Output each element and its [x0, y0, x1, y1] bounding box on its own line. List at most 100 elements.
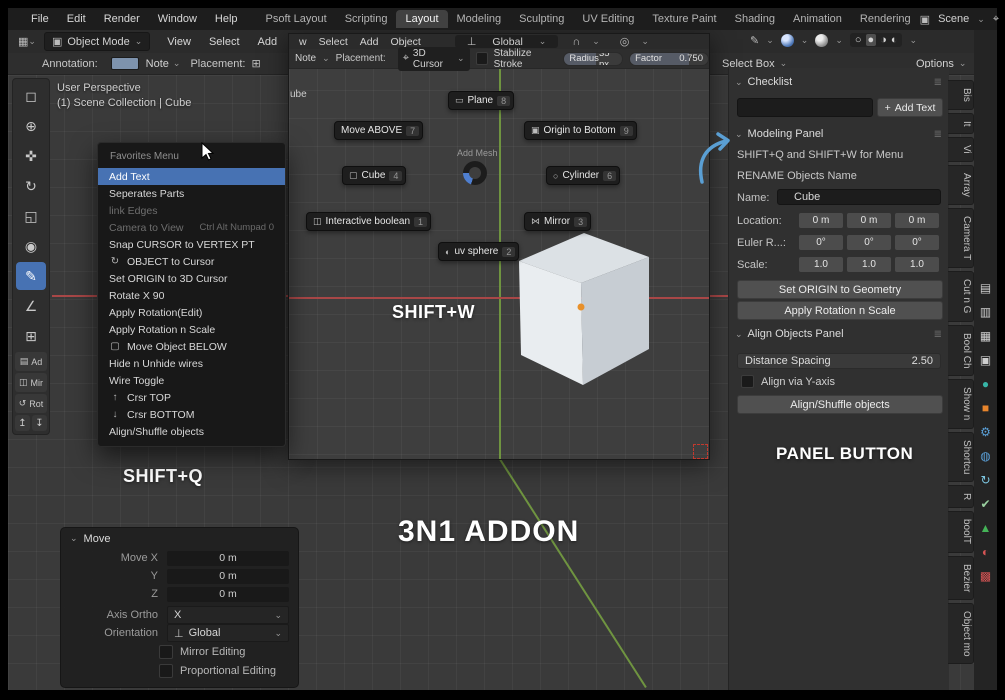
- menu-add[interactable]: Add: [249, 36, 287, 48]
- menu-file[interactable]: File: [22, 13, 58, 25]
- magnet-icon[interactable]: ∩: [566, 36, 586, 48]
- menu-item-move-object-below[interactable]: ▢ Move Object BELOW: [98, 338, 285, 355]
- pie-item-uv-sphere[interactable]: ◐ uv sphere 2: [438, 242, 520, 261]
- menu-object[interactable]: Object: [384, 36, 426, 48]
- menu-item-wire-toggle[interactable]: Wire Toggle: [98, 372, 285, 389]
- mirror-editing-checkbox[interactable]: [159, 644, 173, 659]
- scale-z-field[interactable]: 1.0: [895, 257, 939, 272]
- menu-item-separates-parts[interactable]: Seperates Parts: [98, 185, 285, 202]
- sidebar-tab[interactable]: Array: [948, 165, 974, 206]
- material-shading-icon[interactable]: ◑: [880, 34, 887, 46]
- sidebar-tab[interactable]: R: [948, 485, 974, 509]
- sidebar-tab[interactable]: Object mo: [948, 602, 974, 665]
- editor-type-icon[interactable]: ▦: [18, 35, 28, 48]
- orientation-dropdown[interactable]: ⊥ Global ⌄: [454, 35, 559, 48]
- world-properties-icon[interactable]: ●: [982, 378, 989, 390]
- set-origin-button[interactable]: Set ORIGIN to Geometry: [737, 280, 943, 299]
- move-y-field[interactable]: 0 m: [167, 568, 289, 584]
- pie-item-plane[interactable]: ▭ Plane 8: [448, 91, 515, 110]
- scene-properties-icon[interactable]: ▣: [980, 354, 991, 366]
- workspace-tab[interactable]: Psoft Layout: [257, 10, 336, 28]
- pie-item-cylinder[interactable]: ○ Cylinder 6: [546, 166, 621, 185]
- chevron-down-icon[interactable]: ⌄: [977, 14, 985, 25]
- menu-select[interactable]: Select: [200, 36, 249, 48]
- workspace-tab[interactable]: Animation: [784, 10, 851, 28]
- rotate-tool-icon[interactable]: ↻: [16, 172, 46, 200]
- orientation-dropdown[interactable]: ⊥ Global ⌄: [167, 624, 289, 642]
- pie-item-cube[interactable]: ▢ Cube 4: [342, 166, 407, 185]
- euler-y-field[interactable]: 0°: [847, 235, 891, 250]
- cursor-tool-icon[interactable]: ⊕: [16, 112, 46, 140]
- sidebar-tab[interactable]: Bezier: [948, 555, 974, 600]
- menu-item-hide-unhide-wires[interactable]: Hide n Unhide wires: [98, 355, 285, 372]
- align-shuffle-button[interactable]: Align/Shuffle objects: [737, 395, 943, 414]
- mirror-button[interactable]: ◫ Mir: [15, 373, 47, 392]
- sidebar-tab[interactable]: Bis: [948, 80, 974, 110]
- menu-item-set-origin-3d-cursor[interactable]: Set ORIGIN to 3D Cursor: [98, 270, 285, 287]
- workspace-tab[interactable]: Rendering: [851, 10, 920, 28]
- annotation-color-swatch[interactable]: [110, 57, 139, 70]
- factor-slider[interactable]: Factor 0.750: [629, 51, 709, 66]
- overlay-sphere-icon[interactable]: [815, 33, 829, 47]
- move-tool-icon[interactable]: ✜: [16, 142, 46, 170]
- add-button[interactable]: ▤ Ad: [15, 352, 47, 371]
- data-properties-icon[interactable]: ▲: [980, 522, 992, 534]
- sidebar-tab[interactable]: Shortcu: [948, 431, 974, 483]
- euler-z-field[interactable]: 0°: [895, 235, 939, 250]
- menu-window[interactable]: Window: [149, 13, 206, 25]
- menu-item-object-to-cursor[interactable]: ↻ OBJECT to Cursor: [98, 253, 285, 270]
- apply-rotation-button[interactable]: Apply Rotation n Scale: [737, 301, 943, 320]
- menu-view-fragment[interactable]: w: [293, 36, 313, 48]
- sidebar-tab[interactable]: Camera T: [948, 208, 974, 269]
- object-properties-icon[interactable]: ■: [982, 402, 989, 414]
- stabilize-checkbox[interactable]: [475, 52, 488, 65]
- distance-spacing-slider[interactable]: Distance Spacing 2.50: [737, 353, 941, 369]
- viewlayer-properties-icon[interactable]: ▦: [980, 330, 991, 342]
- scale-x-field[interactable]: 1.0: [799, 257, 843, 272]
- annotate-tool-icon[interactable]: ✎: [16, 262, 46, 290]
- modeling-section-header[interactable]: ⌄ Modeling Panel ≣: [735, 128, 943, 140]
- workspace-tab[interactable]: Sculpting: [510, 10, 573, 28]
- scale-tool-icon[interactable]: ◱: [16, 202, 46, 230]
- wireframe-shading-icon[interactable]: ○: [855, 34, 862, 46]
- workspace-tab[interactable]: Modeling: [448, 10, 511, 28]
- scale-y-field[interactable]: 1.0: [847, 257, 891, 272]
- note-dropdown[interactable]: Note: [295, 53, 316, 64]
- menu-edit[interactable]: Edit: [58, 13, 95, 25]
- drag-grip-icon[interactable]: ≣: [934, 129, 943, 140]
- menu-item-camera-to-view[interactable]: Camera to View Ctrl Alt Numpad 0: [98, 219, 285, 236]
- workspace-tab-active[interactable]: Layout: [396, 10, 448, 28]
- operator-panel-header[interactable]: ⌄ Move: [61, 528, 298, 549]
- sidebar-tab[interactable]: Bool Ch: [948, 324, 974, 377]
- menu-help[interactable]: Help: [206, 13, 247, 25]
- note-dropdown[interactable]: Note: [146, 58, 169, 70]
- scene-selector[interactable]: Scene: [938, 13, 969, 25]
- workspace-tab[interactable]: Texture Paint: [643, 10, 725, 28]
- add-text-button[interactable]: + Add Text: [877, 98, 943, 117]
- rotate-button[interactable]: ↺ Rot: [15, 394, 47, 413]
- pie-item-mirror[interactable]: ⋈ Mirror 3: [524, 212, 592, 231]
- pie-item-origin-to-bottom[interactable]: ▣ Origin to Bottom 9: [524, 121, 637, 140]
- menu-item-align-shuffle[interactable]: Align/Shuffle objects: [98, 423, 285, 440]
- menu-item-link-edges[interactable]: link Edges: [98, 202, 285, 219]
- sidebar-tab[interactable]: Vi: [948, 137, 974, 163]
- sidebar-tab[interactable]: Cut n G: [948, 271, 974, 322]
- pie-item-move-above[interactable]: Move ABOVE 7: [334, 121, 424, 140]
- texture-properties-icon[interactable]: ▩: [980, 570, 991, 582]
- menu-select[interactable]: Select: [313, 36, 354, 48]
- modifier-properties-icon[interactable]: ⚙: [980, 426, 991, 438]
- radius-slider[interactable]: Radius 35 px: [563, 51, 624, 66]
- menu-item-rotate-x-90[interactable]: Rotate X 90: [98, 287, 285, 304]
- sidebar-tab[interactable]: Show n: [948, 379, 974, 429]
- drag-grip-icon[interactable]: ≣: [934, 77, 943, 88]
- sidebar-tab[interactable]: boolT: [948, 511, 974, 553]
- align-section-header[interactable]: ⌄ Align Objects Panel ≣: [735, 328, 943, 340]
- workspace-tab[interactable]: Scripting: [336, 10, 397, 28]
- workspace-tab[interactable]: Shading: [726, 10, 784, 28]
- align-top-icon[interactable]: ↥: [15, 415, 30, 431]
- rendered-shading-icon[interactable]: ◐: [891, 34, 898, 46]
- material-properties-icon[interactable]: ◐: [982, 546, 989, 558]
- particles-properties-icon[interactable]: ◍: [980, 450, 990, 462]
- pie-center-widget[interactable]: [463, 161, 487, 185]
- align-bottom-icon[interactable]: ↧: [32, 415, 47, 431]
